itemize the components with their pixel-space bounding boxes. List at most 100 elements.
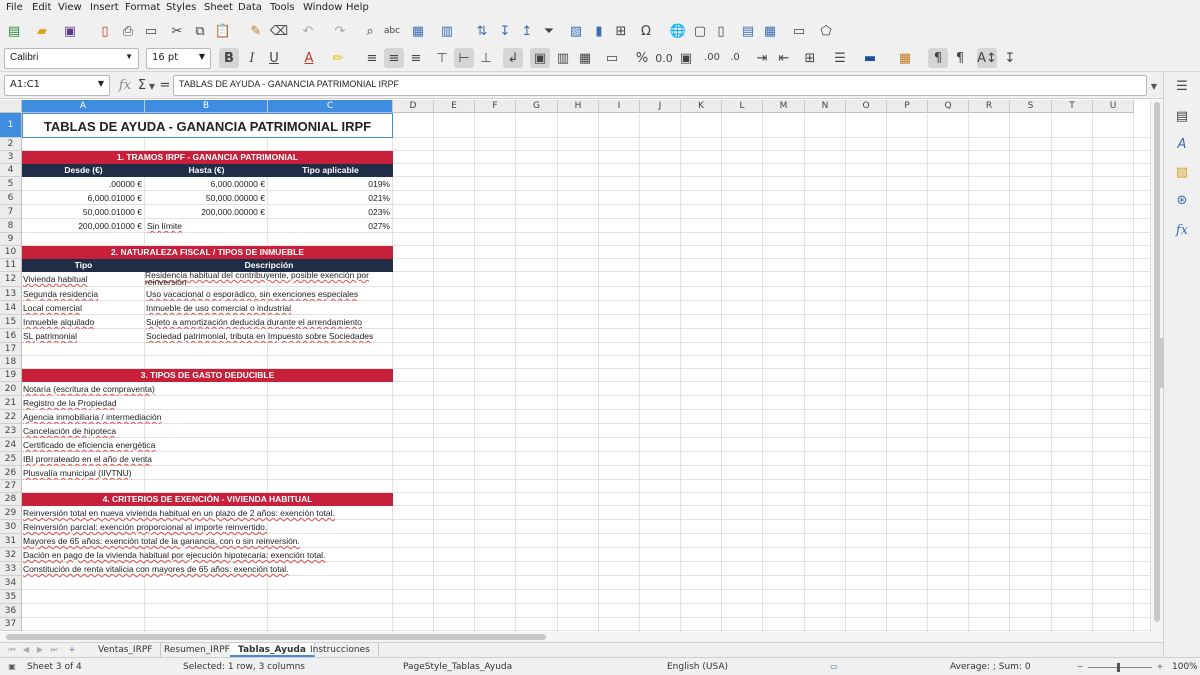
row-header[interactable]: 4 <box>0 164 22 177</box>
special-character-icon[interactable]: Ω <box>636 21 656 41</box>
copy-icon[interactable]: ⧉ <box>190 21 210 41</box>
column-label-cell[interactable]: Desde (€) <box>22 164 145 177</box>
data-cell[interactable]: SL patrimonial <box>22 329 144 343</box>
list-item[interactable]: Cancelación de hipoteca <box>22 424 392 438</box>
font-name-box[interactable]: Calibri ▼ <box>4 48 139 69</box>
data-cell[interactable]: 50,000.01000 € <box>22 205 144 219</box>
zoom-out-icon[interactable]: − <box>1074 661 1086 673</box>
properties-icon[interactable]: ▤ <box>1172 106 1192 126</box>
row-header[interactable]: 7 <box>0 205 22 219</box>
row-header[interactable]: 36 <box>0 604 22 618</box>
text-direction-rtl-icon[interactable]: ¶ <box>950 48 970 68</box>
data-cell[interactable]: 200,000.01000 € <box>22 219 144 233</box>
row-header[interactable]: 31 <box>0 534 22 548</box>
menu-data[interactable]: Data <box>238 2 262 13</box>
row-header[interactable]: 8 <box>0 219 22 233</box>
column-icon[interactable]: ▥ <box>437 21 457 41</box>
sidebar-menu-icon[interactable]: ☰ <box>1172 76 1192 96</box>
row-header[interactable]: 16 <box>0 329 22 343</box>
sort-icon[interactable]: ⇅ <box>472 21 492 41</box>
data-cell[interactable]: 6,000.01000 € <box>22 191 144 205</box>
open-folder-icon[interactable]: ▰ <box>32 21 52 41</box>
data-cell[interactable]: 6,000.00000 € <box>145 177 267 191</box>
list-item[interactable]: Reinversión parcial: exención proporcion… <box>22 520 392 534</box>
number-format-icon[interactable]: 0.0 <box>654 48 674 68</box>
first-sheet-icon[interactable]: ⏮ <box>6 644 18 656</box>
text-top-to-bottom-icon[interactable]: ↧ <box>1000 48 1020 68</box>
list-item[interactable]: Constitución de renta vitalicia con mayo… <box>22 562 392 576</box>
column-header[interactable]: F <box>475 100 516 113</box>
row-header[interactable]: 35 <box>0 590 22 604</box>
navigator-icon[interactable]: ⊛ <box>1172 190 1192 210</box>
merge-center-icon[interactable]: ▣ <box>530 48 550 68</box>
column-label-cell[interactable]: Tipo <box>22 259 145 272</box>
align-center-icon[interactable]: ≡ <box>384 48 404 68</box>
expand-formula-bar-icon[interactable]: ▼ <box>1148 81 1160 93</box>
row-header[interactable]: 17 <box>0 343 22 356</box>
save-icon[interactable]: ▣ <box>60 21 80 41</box>
page-style[interactable]: PageStyle_Tablas_Ayuda <box>403 662 512 672</box>
data-cell[interactable]: Sujeto a amortización deducida durante e… <box>145 315 392 329</box>
row-header[interactable]: 15 <box>0 315 22 329</box>
date-format-icon[interactable]: ▣ <box>676 48 696 68</box>
pivot-table-icon[interactable]: ⊞ <box>611 21 631 41</box>
align-middle-icon[interactable]: ⊢ <box>454 48 474 68</box>
list-item[interactable]: IBI prorrateado en el año de venta <box>22 452 392 466</box>
column-header[interactable]: B <box>145 100 268 113</box>
next-sheet-icon[interactable]: ▶ <box>34 644 46 656</box>
row-header[interactable]: 3 <box>0 151 22 164</box>
column-header[interactable]: K <box>681 100 722 113</box>
new-document-icon[interactable]: ▤ <box>4 21 24 41</box>
row-header[interactable]: 11 <box>0 259 22 272</box>
comment-icon[interactable]: ▢ <box>690 21 710 41</box>
column-header[interactable]: N <box>805 100 846 113</box>
column-header[interactable]: A <box>22 100 145 113</box>
align-bottom-icon[interactable]: ⊥ <box>476 48 496 68</box>
data-cell[interactable]: Local comercial <box>22 301 144 315</box>
column-header[interactable]: J <box>640 100 681 113</box>
tab-ventas-irpf[interactable]: Ventas_IRPF <box>90 643 162 657</box>
column-header[interactable]: M <box>763 100 805 113</box>
clone-formatting-icon[interactable]: ✎ <box>246 21 266 41</box>
data-cell[interactable]: .00000 € <box>22 177 144 191</box>
row-header[interactable]: 9 <box>0 233 22 246</box>
menu-edit[interactable]: Edit <box>32 2 51 13</box>
column-header[interactable]: L <box>722 100 763 113</box>
zoom-slider[interactable] <box>1088 667 1152 668</box>
menu-insert[interactable]: Insert <box>90 2 119 13</box>
horizontal-scrollbar[interactable] <box>0 632 1163 642</box>
borders-icon[interactable]: ⊞ <box>800 48 820 68</box>
data-cell[interactable]: 021% <box>268 191 392 205</box>
data-cell[interactable]: 50,000.00000 € <box>145 191 267 205</box>
column-header[interactable]: O <box>846 100 887 113</box>
previous-sheet-icon[interactable]: ◀ <box>20 644 32 656</box>
row-header[interactable]: 6 <box>0 191 22 205</box>
percent-format-icon[interactable]: % <box>632 48 652 68</box>
zoom-slider-handle[interactable] <box>1117 663 1120 672</box>
conditional-format-icon[interactable]: ▦ <box>895 48 915 68</box>
find-replace-icon[interactable]: ⌕ <box>360 21 380 41</box>
row-header[interactable]: 37 <box>0 618 22 631</box>
data-cell[interactable]: Sociedad patrimonial, tributa en Impuest… <box>145 329 392 343</box>
column-header[interactable]: Q <box>928 100 969 113</box>
selection-mode-icon[interactable]: ▭ <box>828 661 840 673</box>
chevron-down-icon[interactable]: ▼ <box>125 52 133 61</box>
column-header[interactable]: G <box>516 100 558 113</box>
row-header[interactable]: 12 <box>0 272 22 287</box>
section-header[interactable]: 3. TIPOS DE GASTO DEDUCIBLE <box>22 369 393 382</box>
menu-format[interactable]: Format <box>125 2 160 13</box>
italic-icon[interactable]: I <box>242 48 262 68</box>
data-cell[interactable]: 023% <box>268 205 392 219</box>
column-label-cell[interactable]: Hasta (€) <box>145 164 268 177</box>
unmerge-cells-icon[interactable]: ▦ <box>575 48 595 68</box>
text-direction-ltr-icon[interactable]: ¶ <box>928 48 948 68</box>
row-header[interactable]: 25 <box>0 452 22 466</box>
align-left-icon[interactable]: ≡ <box>362 48 382 68</box>
font-color-icon[interactable]: A <box>299 48 319 68</box>
menu-styles[interactable]: Styles <box>166 2 196 13</box>
spreadsheet-grid[interactable]: A B C D E F G H I J K L M N O P Q R S T U 1 2 3 4 5 6 7 8 9 10 11 12 13 14… <box>0 100 1150 632</box>
row-header[interactable]: 34 <box>0 576 22 590</box>
vertical-text-icon[interactable]: A↕ <box>977 48 997 68</box>
paste-icon[interactable]: 📋 <box>213 21 233 41</box>
font-size-box[interactable]: 16 pt ▼ <box>146 48 211 69</box>
